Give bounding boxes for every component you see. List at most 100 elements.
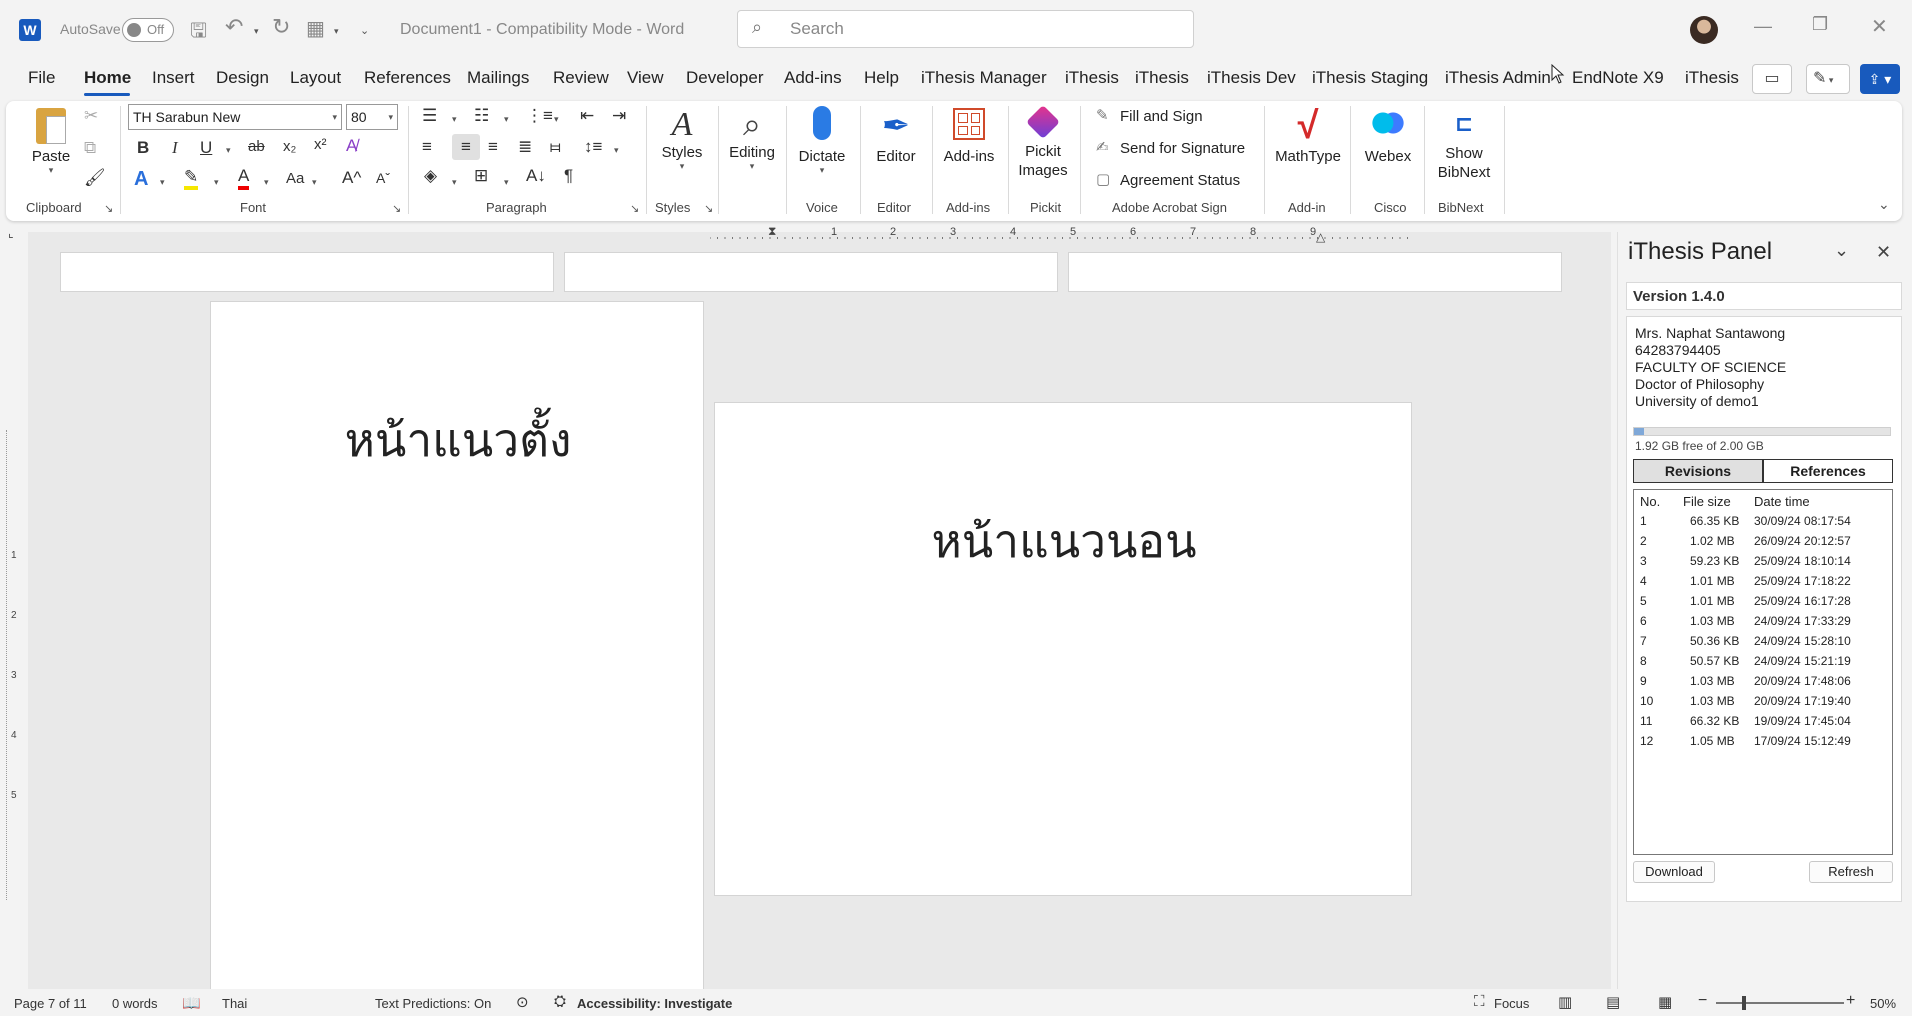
- tab-layout[interactable]: Layout: [290, 68, 341, 88]
- styles-button[interactable]: A Styles ▾: [656, 106, 708, 182]
- clear-formatting-icon[interactable]: A̸: [346, 136, 357, 156]
- highlight-dropdown-icon[interactable]: ▾: [214, 177, 219, 188]
- table-row[interactable]: 4 1.01 MB 25/09/24 17:18:22: [1640, 572, 1890, 592]
- text-predictions[interactable]: Text Predictions: On: [375, 996, 491, 1011]
- tab-ithesis-dev[interactable]: iThesis Dev: [1207, 68, 1296, 88]
- highlight-icon[interactable]: ✎: [184, 168, 199, 190]
- styles-launcher-icon[interactable]: ↘: [704, 202, 713, 215]
- tab-design[interactable]: Design: [216, 68, 269, 88]
- search-box[interactable]: ⌕ Search: [737, 10, 1194, 48]
- page-thumbnail[interactable]: [60, 252, 554, 292]
- paste-button[interactable]: Paste ▾: [28, 106, 74, 186]
- table-row[interactable]: 5 1.01 MB 25/09/24 16:17:28: [1640, 592, 1890, 612]
- align-left-icon[interactable]: ≡: [422, 137, 432, 157]
- tab-insert[interactable]: Insert: [152, 68, 195, 88]
- line-spacing-dropdown-icon[interactable]: ▾: [614, 145, 619, 156]
- zoom-level[interactable]: 50%: [1870, 996, 1896, 1011]
- table-dropdown-icon[interactable]: ▾: [334, 26, 339, 37]
- pickit-button[interactable]: Pickit Images: [1014, 104, 1072, 190]
- shading-icon[interactable]: ◈: [424, 166, 437, 186]
- justify-icon[interactable]: ≣: [518, 137, 532, 157]
- borders-dropdown-icon[interactable]: ▾: [504, 177, 509, 188]
- text-effects-dropdown-icon[interactable]: ▾: [160, 177, 165, 188]
- undo-dropdown-icon[interactable]: ▾: [254, 26, 259, 37]
- clipboard-launcher-icon[interactable]: ↘: [104, 202, 113, 215]
- underline-dropdown-icon[interactable]: ▾: [226, 145, 231, 156]
- align-right-icon[interactable]: ≡: [488, 137, 498, 157]
- table-row[interactable]: 2 1.02 MB 26/09/24 20:12:57: [1640, 532, 1890, 552]
- webex-button[interactable]: Webex: [1358, 104, 1418, 184]
- addins-button[interactable]: Add-ins: [938, 104, 1000, 184]
- vertical-ruler[interactable]: 1 2 3 4 5: [6, 430, 25, 900]
- restore-icon[interactable]: ❐: [1812, 14, 1828, 35]
- word-count[interactable]: 0 words: [112, 996, 158, 1011]
- portrait-page[interactable]: หน้าแนวตั้ง: [210, 301, 704, 1001]
- strikethrough-icon[interactable]: ab: [248, 138, 265, 155]
- underline-icon[interactable]: U: [200, 138, 212, 158]
- tab-home[interactable]: Home: [84, 68, 131, 88]
- indent-marker-icon[interactable]: ⧗: [768, 224, 776, 239]
- tab-file[interactable]: File: [28, 68, 55, 88]
- increase-indent-icon[interactable]: ⇥: [612, 106, 626, 126]
- bullets-icon[interactable]: ☰: [422, 106, 437, 126]
- tab-ithesis-3[interactable]: iThesis: [1685, 68, 1739, 88]
- customize-toolbar-icon[interactable]: ⌄: [360, 24, 369, 37]
- mathtype-button[interactable]: √ MathType: [1272, 104, 1344, 184]
- tab-references-panel[interactable]: References: [1763, 459, 1893, 483]
- tab-ithesis-1[interactable]: iThesis: [1065, 68, 1119, 88]
- editing-mode-button[interactable]: ✎ ▾: [1806, 64, 1850, 94]
- refresh-button[interactable]: Refresh: [1809, 861, 1893, 883]
- table-row[interactable]: 12 1.05 MB 17/09/24 15:12:49: [1640, 732, 1890, 752]
- tab-ithesis-admin[interactable]: iThesis Admin: [1445, 68, 1551, 88]
- table-row[interactable]: 3 59.23 KB 25/09/24 18:10:14: [1640, 552, 1890, 572]
- italic-icon[interactable]: I: [172, 138, 178, 158]
- font-color-icon[interactable]: A: [238, 166, 250, 190]
- focus-button[interactable]: Focus: [1494, 996, 1529, 1011]
- text-effects-icon[interactable]: A: [134, 168, 148, 191]
- show-bibnext-button[interactable]: ⊏ Show BibNext: [1430, 104, 1498, 190]
- multilevel-dropdown-icon[interactable]: ▾: [554, 114, 559, 125]
- zoom-slider[interactable]: [1716, 996, 1844, 1010]
- page-count[interactable]: Page 7 of 11: [14, 996, 87, 1011]
- subscript-icon[interactable]: x₂: [283, 138, 296, 155]
- page-thumbnail[interactable]: [1068, 252, 1562, 292]
- bullets-dropdown-icon[interactable]: ▾: [452, 114, 457, 125]
- print-layout-icon[interactable]: ▤: [1606, 993, 1620, 1011]
- tab-addins[interactable]: Add-ins: [784, 68, 842, 88]
- grow-font-icon[interactable]: A^: [342, 168, 361, 188]
- tab-ithesis-manager[interactable]: iThesis Manager: [921, 68, 1047, 88]
- tab-developer[interactable]: Developer: [686, 68, 764, 88]
- table-row[interactable]: 11 66.32 KB 19/09/24 17:45:04: [1640, 712, 1890, 732]
- numbering-icon[interactable]: ☷: [474, 106, 489, 126]
- minimize-icon[interactable]: —: [1754, 16, 1772, 37]
- tab-mailings[interactable]: Mailings: [467, 68, 529, 88]
- tab-selector-icon[interactable]: ⌞: [8, 226, 14, 240]
- table-row[interactable]: 6 1.03 MB 24/09/24 17:33:29: [1640, 612, 1890, 632]
- format-painter-icon[interactable]: 🖌: [84, 168, 106, 188]
- paragraph-launcher-icon[interactable]: ↘: [630, 202, 639, 215]
- panel-close-icon[interactable]: ✕: [1876, 242, 1891, 263]
- font-launcher-icon[interactable]: ↘: [392, 202, 401, 215]
- editing-button[interactable]: ⌕ Editing ▾: [724, 104, 780, 184]
- tab-view[interactable]: View: [627, 68, 664, 88]
- panel-options-chevron-icon[interactable]: ⌄: [1834, 240, 1849, 261]
- right-indent-marker-icon[interactable]: △: [1316, 230, 1325, 244]
- undo-icon[interactable]: ↶: [225, 14, 243, 40]
- tab-ithesis-2[interactable]: iThesis: [1135, 68, 1189, 88]
- redo-icon[interactable]: ↻: [272, 14, 290, 40]
- align-center-icon[interactable]: ≡: [452, 134, 480, 160]
- send-for-signature-button[interactable]: Send for Signature: [1120, 140, 1245, 157]
- tab-endnote[interactable]: EndNote X9: [1572, 68, 1664, 88]
- focus-icon[interactable]: ⛶: [1474, 993, 1485, 1010]
- fill-and-sign-button[interactable]: Fill and Sign: [1120, 108, 1203, 125]
- table-row[interactable]: 10 1.03 MB 20/09/24 17:19:40: [1640, 692, 1890, 712]
- table-row[interactable]: 1 66.35 KB 30/09/24 08:17:54: [1640, 512, 1890, 532]
- shading-dropdown-icon[interactable]: ▾: [452, 177, 457, 188]
- zoom-slider-thumb[interactable]: [1742, 996, 1746, 1010]
- save-icon[interactable]: 🖫: [190, 16, 207, 50]
- numbering-dropdown-icon[interactable]: ▾: [504, 114, 509, 125]
- word-logo-icon[interactable]: W: [19, 19, 41, 41]
- zoom-in-icon[interactable]: +: [1846, 992, 1855, 1010]
- read-mode-icon[interactable]: ▥: [1558, 993, 1572, 1011]
- sort-icon[interactable]: A↓: [526, 166, 546, 186]
